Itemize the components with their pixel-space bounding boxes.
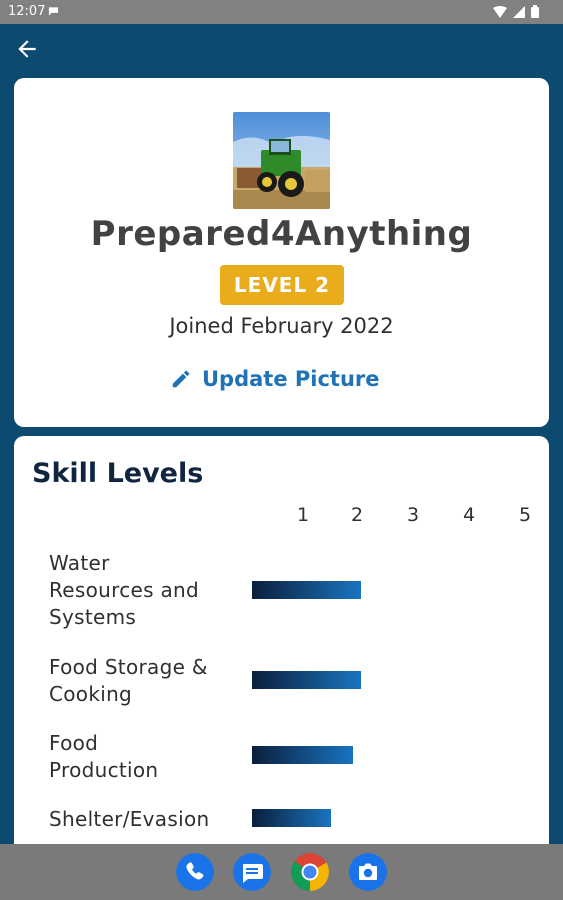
username: Prepared4Anything bbox=[90, 214, 473, 254]
app-bar bbox=[0, 24, 563, 74]
skill-bar-food-storage bbox=[252, 671, 362, 689]
scale-label: 3 bbox=[406, 504, 420, 526]
wifi-icon bbox=[493, 5, 507, 18]
chrome-icon[interactable] bbox=[291, 853, 329, 891]
battery-icon bbox=[531, 5, 539, 18]
skill-label-food-storage: Food Storage & Cooking bbox=[49, 655, 208, 706]
status-bar: 12:07 bbox=[0, 0, 563, 24]
skill-scale: 1 2 3 4 5 bbox=[14, 504, 549, 530]
status-time: 12:07 bbox=[8, 4, 46, 19]
scale-label: 5 bbox=[518, 504, 532, 526]
camera-icon[interactable] bbox=[349, 853, 387, 891]
skill-bar-food-production bbox=[252, 746, 353, 764]
skill-label-shelter: Shelter/Evasion bbox=[49, 807, 210, 831]
skill-bar-water bbox=[252, 581, 362, 599]
status-icons bbox=[493, 5, 539, 18]
join-date: Joined February 2022 bbox=[169, 314, 394, 338]
scale-label: 4 bbox=[462, 504, 476, 526]
avatar bbox=[233, 112, 330, 209]
update-picture-button[interactable]: Update Picture bbox=[170, 362, 380, 396]
update-picture-label: Update Picture bbox=[202, 367, 380, 391]
scale-label: 2 bbox=[350, 504, 364, 526]
message-notification-icon bbox=[48, 7, 59, 16]
skill-label-food-production: Food Production bbox=[49, 731, 159, 782]
profile-card: Prepared4Anything LEVEL 2 Joined Februar… bbox=[14, 78, 549, 427]
messages-icon[interactable] bbox=[233, 853, 271, 891]
signal-icon bbox=[513, 5, 525, 18]
back-arrow-icon[interactable] bbox=[14, 36, 40, 62]
system-dock bbox=[0, 844, 563, 900]
level-badge: LEVEL 2 bbox=[220, 265, 344, 305]
skill-levels-title: Skill Levels bbox=[32, 458, 204, 489]
pencil-icon bbox=[172, 370, 190, 388]
skill-bar-shelter bbox=[252, 809, 331, 827]
skill-levels-card: Skill Levels 1 2 3 4 5 Water Resources a… bbox=[14, 436, 549, 856]
phone-icon[interactable] bbox=[176, 853, 214, 891]
scale-label: 1 bbox=[296, 504, 310, 526]
skill-label-water: Water Resources and Systems bbox=[49, 551, 200, 629]
